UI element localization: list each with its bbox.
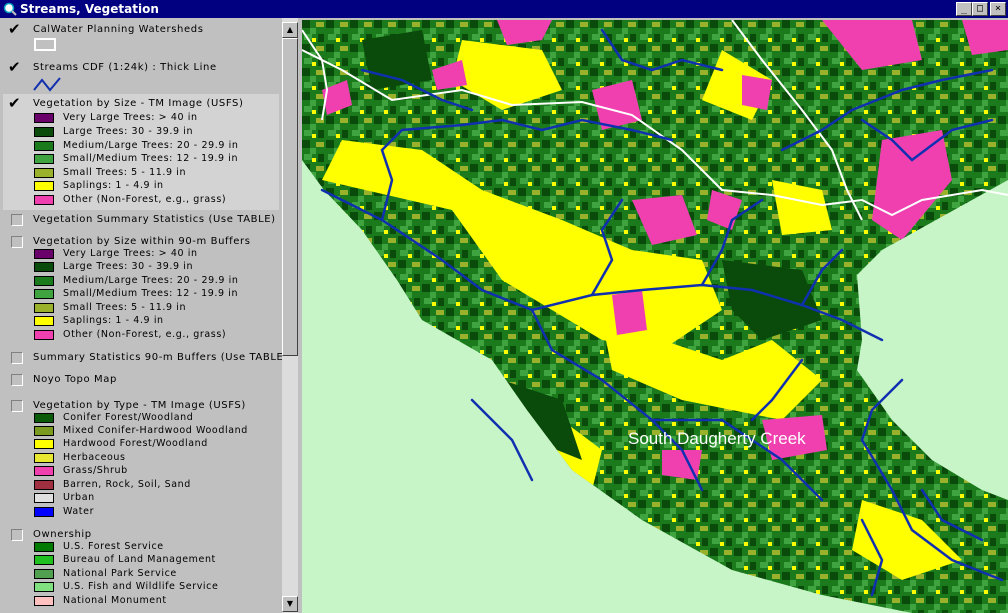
legend-item-label: Water xyxy=(63,506,95,517)
layer-checkbox-checked[interactable]: ✔ xyxy=(8,22,21,37)
land-area xyxy=(302,20,1008,613)
legend-item-label: Hardwood Forest/Woodland xyxy=(63,438,208,449)
layer-name[interactable]: Vegetation Summary Statistics (Use TABLE… xyxy=(33,214,276,226)
layer-name[interactable]: Vegetation by Type - TM Image (USFS) xyxy=(33,400,246,412)
vegetation-map[interactable]: South Daugherty Creek xyxy=(302,20,1008,613)
legend-item-label: Barren, Rock, Soil, Sand xyxy=(63,479,191,490)
arcview-app-icon xyxy=(3,2,17,16)
legend-item-label: Mixed Conifer-Hardwood Woodland xyxy=(63,425,248,436)
scroll-thumb[interactable] xyxy=(282,38,298,356)
maximize-button[interactable]: □ xyxy=(972,2,988,16)
legend-panel: ✔ CalWater Planning Watersheds ✔ Streams CD… xyxy=(0,18,283,613)
legend-item-label: Medium/Large Trees: 20 - 29.9 in xyxy=(63,140,239,151)
legend-item-label: Grass/Shrub xyxy=(63,465,128,476)
legend-color-swatch xyxy=(34,289,54,299)
layer-name[interactable]: Vegetation by Size within 90-m Buffers xyxy=(33,236,251,248)
legend-color-swatch xyxy=(34,154,54,164)
legend-item-label: Large Trees: 30 - 39.9 in xyxy=(63,261,194,272)
legend-color-swatch xyxy=(34,330,54,340)
legend-item-label: Conifer Forest/Woodland xyxy=(63,412,194,423)
legend-color-swatch xyxy=(34,596,54,606)
legend-item-label: Small/Medium Trees: 12 - 19.9 in xyxy=(63,153,239,164)
legend-color-swatch xyxy=(34,181,54,191)
creek-label: South Daugherty Creek xyxy=(628,429,806,448)
legend-item-label: Very Large Trees: > 40 in xyxy=(63,248,198,259)
layer-checkbox[interactable] xyxy=(11,352,23,364)
layer-name[interactable]: CalWater Planning Watersheds xyxy=(33,24,204,36)
legend-color-swatch xyxy=(34,507,54,517)
legend-color-swatch xyxy=(34,569,54,579)
legend-scrollbar[interactable]: ▲ ▼ xyxy=(282,18,298,613)
legend-color-swatch xyxy=(34,466,54,476)
legend-color-swatch xyxy=(34,426,54,436)
title-bar: Streams, Vegetation _ □ × xyxy=(0,0,1008,18)
legend-color-swatch xyxy=(34,555,54,565)
layer-checkbox[interactable] xyxy=(11,236,23,248)
watershed-outline-swatch-icon xyxy=(34,38,56,51)
minimize-button[interactable]: _ xyxy=(956,2,972,16)
legend-item-label: U.S. Fish and Wildlife Service xyxy=(63,581,219,592)
legend-color-swatch xyxy=(34,582,54,592)
layer-checkbox[interactable] xyxy=(11,400,23,412)
legend-item-label: Herbaceous xyxy=(63,452,126,463)
layer-name[interactable]: Noyo Topo Map xyxy=(33,374,117,386)
map-frame: South Daugherty Creek xyxy=(298,18,1008,613)
legend-color-swatch xyxy=(34,453,54,463)
legend-color-swatch xyxy=(34,439,54,449)
legend-color-swatch xyxy=(34,542,54,552)
legend-item-label: Very Large Trees: > 40 in xyxy=(63,112,198,123)
layer-name[interactable]: Vegetation by Size - TM Image (USFS) xyxy=(33,98,243,110)
legend-color-swatch xyxy=(34,127,54,137)
legend-color-swatch xyxy=(34,493,54,503)
legend-item-label: Small Trees: 5 - 11.9 in xyxy=(63,167,187,178)
stream-line-swatch-icon xyxy=(33,77,61,92)
layer-checkbox-checked[interactable]: ✔ xyxy=(8,96,21,111)
layer-name[interactable]: Ownership xyxy=(33,529,92,541)
legend-item-label: Urban xyxy=(63,492,95,503)
close-button[interactable]: × xyxy=(990,2,1006,16)
legend-color-swatch xyxy=(34,195,54,205)
legend-item-label: Medium/Large Trees: 20 - 29.9 in xyxy=(63,275,239,286)
map-view[interactable]: South Daugherty Creek xyxy=(302,20,1008,613)
legend-item-label: Other (Non-Forest, e.g., grass) xyxy=(63,329,227,340)
legend-item-label: Bureau of Land Management xyxy=(63,554,216,565)
layer-checkbox[interactable] xyxy=(11,374,23,386)
legend-color-swatch xyxy=(34,413,54,423)
layer-checkbox[interactable] xyxy=(11,214,23,226)
legend-item-label: Small/Medium Trees: 12 - 19.9 in xyxy=(63,288,239,299)
legend-color-swatch xyxy=(34,262,54,272)
legend-color-swatch xyxy=(34,316,54,326)
legend-color-swatch xyxy=(34,249,54,259)
layer-checkbox-checked[interactable]: ✔ xyxy=(8,60,21,75)
legend-item-label: U.S. Forest Service xyxy=(63,541,164,552)
layer-checkbox[interactable] xyxy=(11,529,23,541)
legend-color-swatch xyxy=(34,168,54,178)
window-title: Streams, Vegetation xyxy=(20,2,159,16)
legend-color-swatch xyxy=(34,276,54,286)
legend-color-swatch xyxy=(34,303,54,313)
layer-name[interactable]: Summary Statistics 90-m Buffers (Use TAB… xyxy=(33,352,282,364)
legend-item-label: National Monument xyxy=(63,595,167,606)
legend-item-label: Small Trees: 5 - 11.9 in xyxy=(63,302,187,313)
legend-color-swatch xyxy=(34,141,54,151)
legend-color-swatch xyxy=(34,480,54,490)
legend-item-label: Other (Non-Forest, e.g., grass) xyxy=(63,194,227,205)
legend-item-label: National Park Service xyxy=(63,568,177,579)
legend-item-label: Large Trees: 30 - 39.9 in xyxy=(63,126,194,137)
layer-name[interactable]: Streams CDF (1:24k) : Thick Line xyxy=(33,62,217,74)
legend-item-label: Saplings: 1 - 4.9 in xyxy=(63,315,164,326)
legend-item-label: Saplings: 1 - 4.9 in xyxy=(63,180,164,191)
scroll-up-arrow-icon[interactable]: ▲ xyxy=(282,22,298,38)
scroll-down-arrow-icon[interactable]: ▼ xyxy=(282,596,298,612)
legend-color-swatch xyxy=(34,113,54,123)
